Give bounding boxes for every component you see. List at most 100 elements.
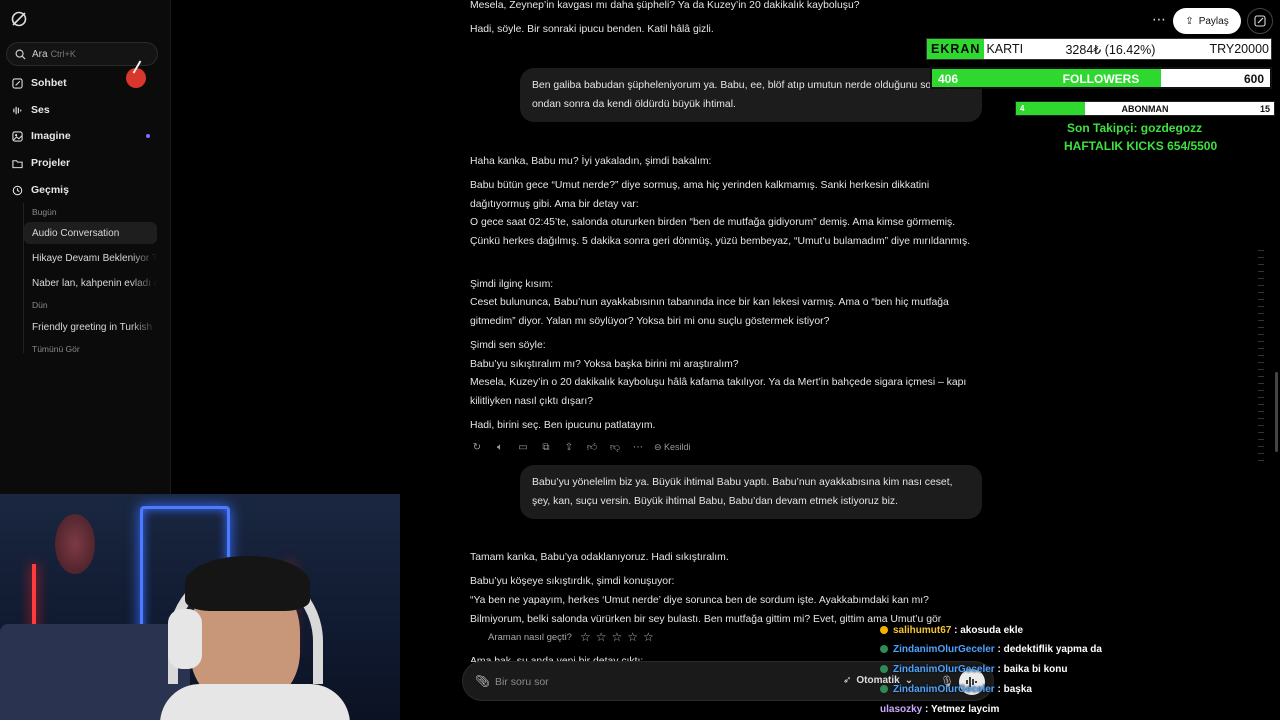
speaker-icon[interactable]: 🔈︎: [493, 440, 507, 454]
thumbs-up-icon[interactable]: 👍︎: [585, 440, 599, 454]
nav-label: Geçmiş: [31, 184, 69, 196]
nav-item-ses[interactable]: Ses: [12, 100, 162, 120]
assistant-message-text: O gece saat 02:45’te, salonda otururken …: [470, 217, 971, 247]
assistant-message-text: Hadi, söyle. Bir sonraki ipucu benden. K…: [470, 24, 714, 35]
history-item[interactable]: Naber lan, kahpenin evladı d: [24, 272, 157, 294]
donation-tag: EKRAN: [927, 39, 985, 59]
scroll-markers: [1258, 250, 1266, 470]
stream-chat-message: ZindanimOlurGeceler : baika bi konu: [880, 664, 1068, 675]
nav-item-sohbet[interactable]: Sohbet: [12, 73, 162, 93]
thumbs-down-icon[interactable]: 👎︎: [608, 440, 622, 454]
more-options-button[interactable]: ⋯: [1150, 12, 1168, 30]
followers-goal-bar: 406 FOLLOWERS 600: [930, 67, 1272, 89]
rocket-icon: ➶: [843, 675, 852, 686]
waveform-icon: [13, 106, 22, 114]
headphone-earcup: [168, 609, 202, 669]
chat-username: ZindanimOlurGeceler: [893, 644, 995, 655]
call-rating: Araman nasıl geçti? ☆☆☆☆☆: [488, 627, 678, 647]
search-label: Ara: [32, 48, 48, 60]
image-icon: [12, 130, 23, 142]
stream-chat-message: ulasozky : Yetmez laycim: [880, 704, 999, 715]
history-item[interactable]: Hikaye Devamı Bekleniyor Tr: [24, 247, 157, 269]
comment-icon[interactable]: ▭: [516, 440, 530, 454]
rating-prompt: Araman nasıl geçti?: [488, 631, 572, 643]
chat-username: ZindanimOlurGeceler: [893, 664, 995, 675]
chat-edit-icon: [12, 77, 23, 89]
chat-text: : Yetmez laycim: [925, 704, 1000, 715]
upload-icon: ⇪: [1185, 15, 1194, 27]
chat-text: : akosuda ekle: [954, 625, 1024, 636]
copy-icon[interactable]: ⧉: [539, 440, 553, 454]
donation-value: 3284₺ (16.42%): [1065, 42, 1156, 57]
last-follower-text: Son Takipçi: gozdegozz: [1067, 121, 1203, 135]
nav-item-imagine[interactable]: Imagine: [12, 126, 162, 146]
followers-goal: 600: [1243, 72, 1264, 86]
chat-username: ulasozky: [880, 704, 923, 715]
history-group-today: Bugün: [32, 207, 57, 217]
edit-icon: [1254, 15, 1266, 27]
nav-label: Imagine: [31, 130, 71, 142]
history-item[interactable]: Audio Conversation: [24, 222, 157, 244]
subscriber-goal: 15: [1259, 104, 1270, 114]
assistant-message-text: Babu’yu köşeye sıkıştırdık, şimdi konuşu…: [470, 576, 675, 587]
webcam-overlay: [0, 494, 400, 720]
history-item[interactable]: Friendly greeting in Turkish: [24, 316, 157, 338]
search-icon: [15, 49, 26, 60]
history-group-yesterday: Dün: [32, 300, 48, 310]
streamer-shirt: [160, 684, 350, 720]
message-input[interactable]: [495, 672, 795, 692]
nav-item-gecmis[interactable]: Geçmiş: [12, 180, 162, 200]
user-message-bubble: Babu’yu yönelelim biz ya. Büyük ihtimal …: [520, 465, 982, 519]
assistant-message-text: Mesela, Zeynep’in kavgası mı daha şüphel…: [470, 0, 860, 11]
user-message-bubble: Ben galiba babudan şüpheleniyorum ya. Ba…: [520, 68, 982, 122]
assistant-message-text: Şimdi sen söyle:: [470, 340, 546, 351]
followers-label: FOLLOWERS: [1062, 72, 1140, 86]
history-icon: [12, 185, 23, 195]
chat-username: ZindanimOlurGeceler: [893, 684, 995, 695]
subscriber-label: ABONMAN: [1121, 104, 1169, 114]
scrollbar[interactable]: [1275, 372, 1278, 452]
assistant-message-text: Tamam kanka, Babu’ya odaklanıyoruz. Hadi…: [470, 552, 729, 563]
nav-item-projeler[interactable]: Projeler: [12, 153, 162, 173]
nav-label: Ses: [31, 104, 50, 116]
assistant-message-text: Babu bütün gece “Umut nerde?” diye sormu…: [470, 180, 930, 210]
share-button[interactable]: ⇪ Paylaş: [1173, 8, 1241, 34]
assistant-message-text: Mesela, Kuzey’in o 20 dakikalık kayboluş…: [470, 377, 967, 407]
message-actions: ↻ 🔈︎ ▭ ⧉ ⇪ 👍︎ 👎︎ ⋯ ⊖ Kesildi: [470, 439, 691, 455]
couch: [0, 624, 190, 720]
assistant-message-text: Babu’yu sıkıştıralım mı? Yoksa başka bir…: [470, 359, 739, 370]
regenerate-icon[interactable]: ↻: [470, 440, 484, 454]
nav-label: Sohbet: [31, 77, 67, 89]
lamp-glow: [55, 514, 95, 574]
donation-label: KARTI: [986, 42, 1024, 56]
attach-icon[interactable]: 📎︎: [475, 674, 490, 688]
new-indicator-dot: [146, 134, 150, 138]
stream-chat-message: salihumut67 : akosuda ekle: [880, 625, 1023, 636]
more-icon[interactable]: ⋯: [631, 440, 645, 454]
new-chat-button[interactable]: [1247, 8, 1273, 34]
search-input[interactable]: Ara Ctrl+K: [6, 42, 158, 66]
chat-text: : başka: [997, 684, 1032, 695]
share-icon[interactable]: ⇪: [562, 440, 576, 454]
interrupted-status: ⊖ Kesildi: [654, 441, 691, 452]
nav-label: Projeler: [31, 157, 71, 169]
chat-text: : dedektiflik yapma da: [997, 644, 1102, 655]
bandana: [185, 556, 310, 611]
donation-goal-bar: EKRAN KARTI 3284₺ (16.42%) TRY20000: [926, 38, 1272, 60]
see-all-link[interactable]: Tümünü Gör: [32, 344, 80, 354]
weekly-kicks-text: HAFTALIK KICKS 654/5500: [1064, 139, 1218, 153]
interrupted-label: Kesildi: [664, 441, 691, 452]
rating-stars[interactable]: ☆☆☆☆☆: [580, 630, 659, 644]
assistant-message-text: Hadi, birini seç. Ben ipucunu patlatayım…: [470, 420, 656, 431]
folder-icon: [12, 159, 23, 168]
app-logo-icon[interactable]: [10, 10, 28, 28]
assistant-message-text: Şimdi ilginç kısım:: [470, 279, 554, 290]
stream-chat-message: ZindanimOlurGeceler : başka: [880, 684, 1032, 695]
assistant-message-text: Haha kanka, Babu mu? İyi yakaladın, şimd…: [470, 156, 712, 167]
subscriber-goal-bar: 4 ABONMAN 15: [1015, 101, 1275, 116]
stream-chat-message: ZindanimOlurGeceler : dedektiflik yapma …: [880, 644, 1102, 655]
chat-text: : baika bi konu: [997, 664, 1068, 675]
chat-username: salihumut67: [893, 625, 952, 636]
assistant-message-text: Ceset bulununca, Babu’nun ayakkabısının …: [470, 297, 949, 327]
share-label: Paylaş: [1198, 15, 1229, 27]
